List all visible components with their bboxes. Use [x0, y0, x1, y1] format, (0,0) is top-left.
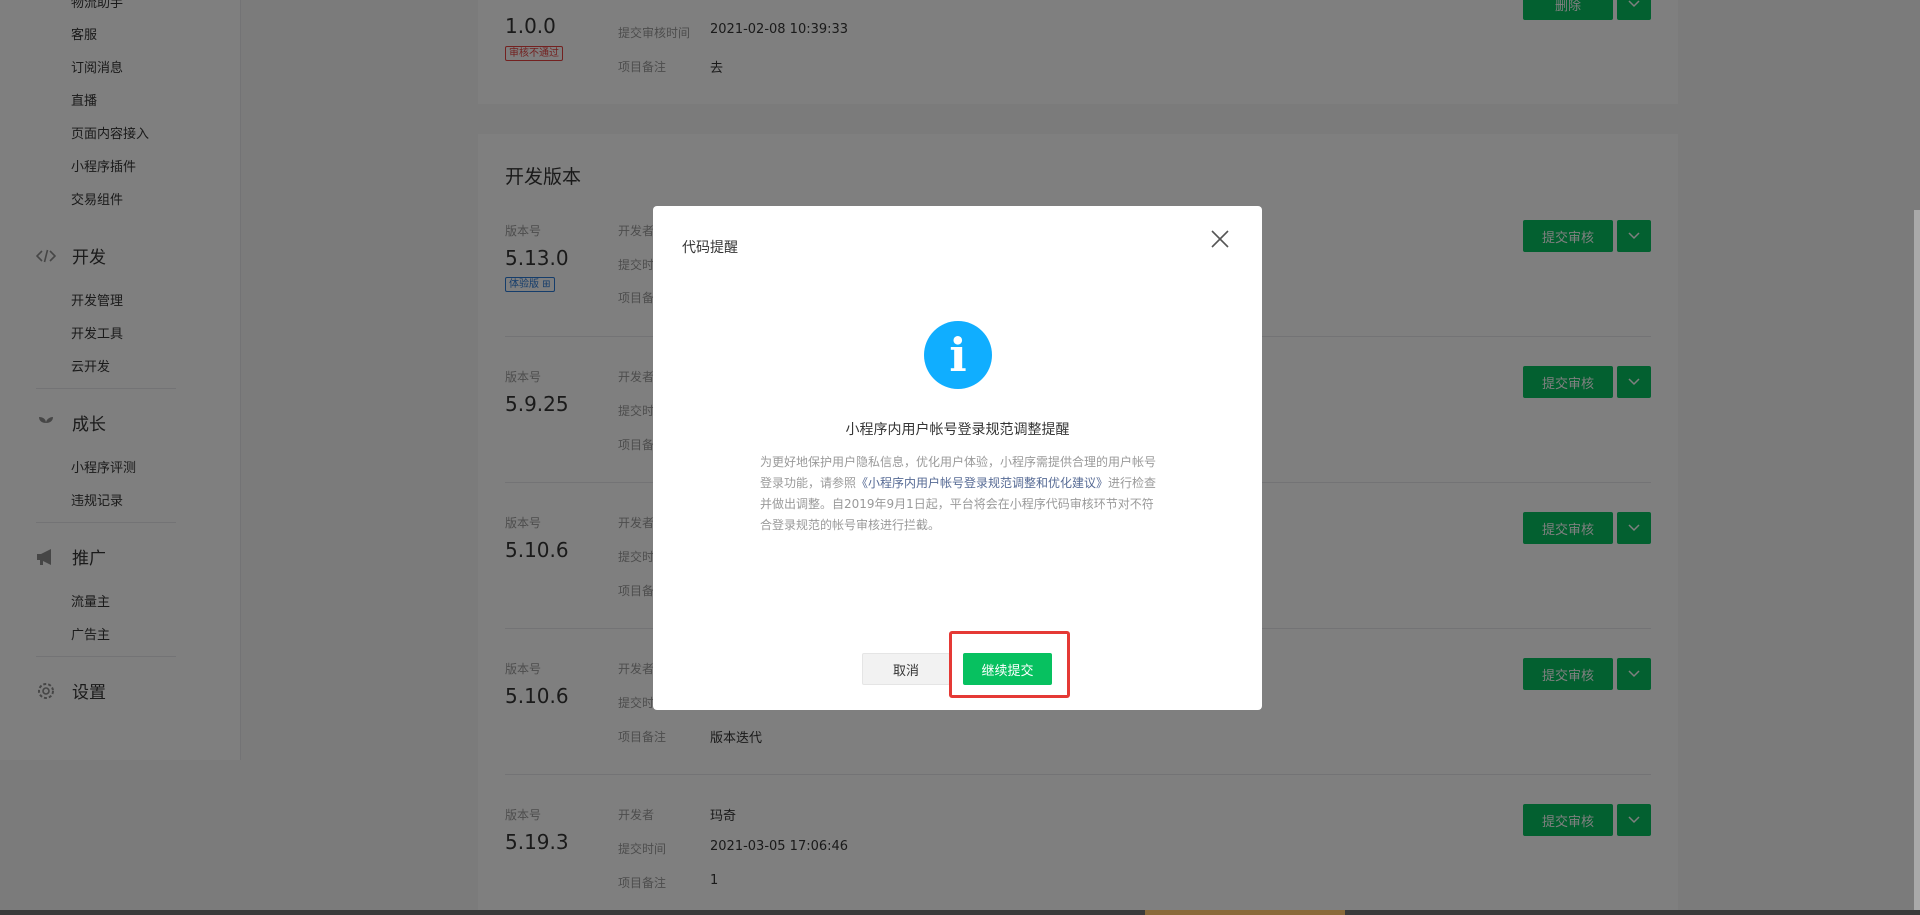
page-scrollbar[interactable]	[1914, 210, 1920, 910]
guideline-link[interactable]: 《小程序内用户帐号登录规范调整和优化建议》	[856, 476, 1108, 490]
dialog-title: 代码提醒	[682, 240, 738, 256]
dialog-heading: 小程序内用户帐号登录规范调整提醒	[845, 422, 1070, 438]
highlight-annotation	[949, 631, 1070, 698]
dialog-description: 为更好地保护用户隐私信息，优化用户体验，小程序需提供合理的用户帐号登录功能，请参…	[760, 452, 1160, 536]
close-icon[interactable]	[1209, 228, 1231, 250]
bottom-strip	[0, 910, 1920, 915]
bottom-accent	[1145, 910, 1345, 915]
code-reminder-dialog: 代码提醒 i 小程序内用户帐号登录规范调整提醒 为更好地保护用户隐私信息，优化用…	[653, 206, 1262, 710]
info-icon: i	[924, 321, 992, 389]
cancel-button[interactable]: 取消	[862, 653, 950, 685]
